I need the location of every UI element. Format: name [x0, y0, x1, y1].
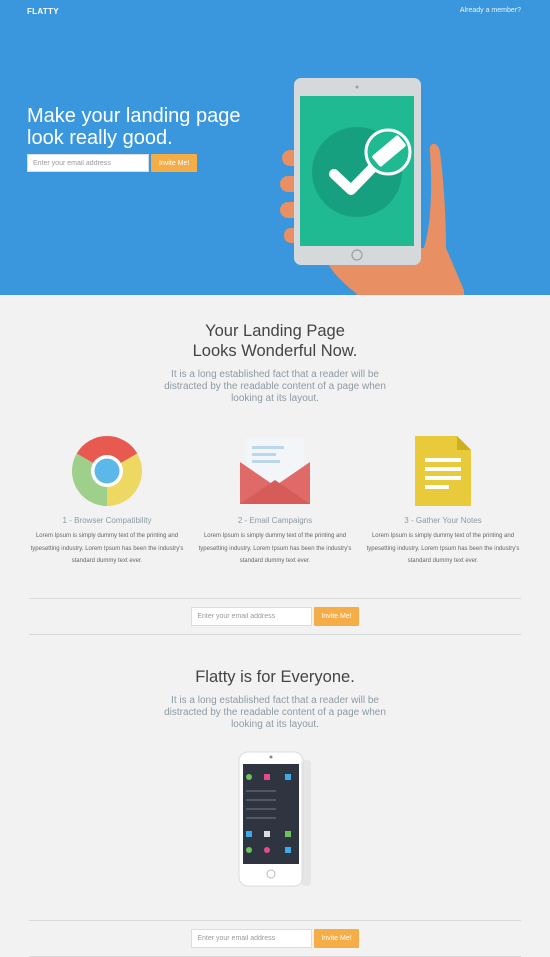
feature-text: Lorem Ipsum is simply dummy text of the … [366, 533, 520, 564]
hero-banner: FLATTY Already a member? Make your landi… [0, 0, 550, 295]
features-title: Your Landing Page Looks Wonderful Now. [0, 321, 550, 361]
feature-item: 3 - Gather Your Notes Lorem Ipsum is sim… [363, 435, 523, 568]
signup-invite-button[interactable]: Invite Me! [314, 606, 359, 626]
feature-item: 2 - Email Campaigns Lorem Ipsum is simpl… [195, 435, 355, 568]
divider [29, 955, 521, 957]
feature-title: 3 - Gather Your Notes [404, 516, 482, 525]
tablet-camera [355, 85, 359, 89]
signup-form: Invite Me! [0, 599, 550, 634]
signup2-email-input[interactable] [191, 928, 313, 948]
notes-icon [363, 435, 523, 507]
brand-logo[interactable]: FLATTY [27, 7, 59, 16]
envelope-icon [195, 435, 355, 507]
hero-title-line1: Make your landing page [27, 105, 241, 127]
signup2-invite-button[interactable]: Invite Me! [314, 928, 359, 948]
features-title-line1: Your Landing Page [205, 322, 345, 340]
feature-title: 2 - Email Campaigns [237, 516, 313, 525]
features-title-line2: Looks Wonderful Now. [192, 342, 358, 360]
hero-title: Make your landing page look really good. [27, 105, 240, 149]
features-grid: 1 - Browser Compatibility Lorem Ipsum is… [0, 435, 550, 568]
hero-email-input[interactable] [27, 154, 149, 172]
signup-email-input[interactable] [191, 606, 313, 626]
chrome-icon [27, 435, 187, 507]
signup-form-2: Invite Me! [0, 921, 550, 956]
already-member-link[interactable]: Already a member? [460, 7, 521, 14]
hero-signup-form: Invite Me! [27, 154, 198, 172]
feature-text: Lorem Ipsum is simply dummy text of the … [30, 533, 184, 564]
phone-illustration [238, 751, 311, 886]
feature-item: 1 - Browser Compatibility Lorem Ipsum is… [27, 435, 187, 568]
features-subtitle: It is a long established fact that a rea… [164, 369, 386, 404]
everyone-subtitle: It is a long established fact that a rea… [164, 694, 386, 730]
feature-text: Lorem Ipsum is simply dummy text of the … [198, 533, 352, 564]
hero-invite-button[interactable]: Invite Me! [151, 154, 198, 172]
tablet-illustration [280, 78, 464, 295]
features-section: Your Landing Page Looks Wonderful Now. I… [0, 295, 550, 568]
feature-title: 1 - Browser Compatibility [62, 516, 152, 525]
everyone-section: Flatty is for Everyone. It is a long est… [0, 635, 550, 890]
phone-wrapper [0, 750, 550, 890]
everyone-title: Flatty is for Everyone. [195, 667, 355, 686]
hero-title-line2: look really good. [27, 127, 173, 149]
